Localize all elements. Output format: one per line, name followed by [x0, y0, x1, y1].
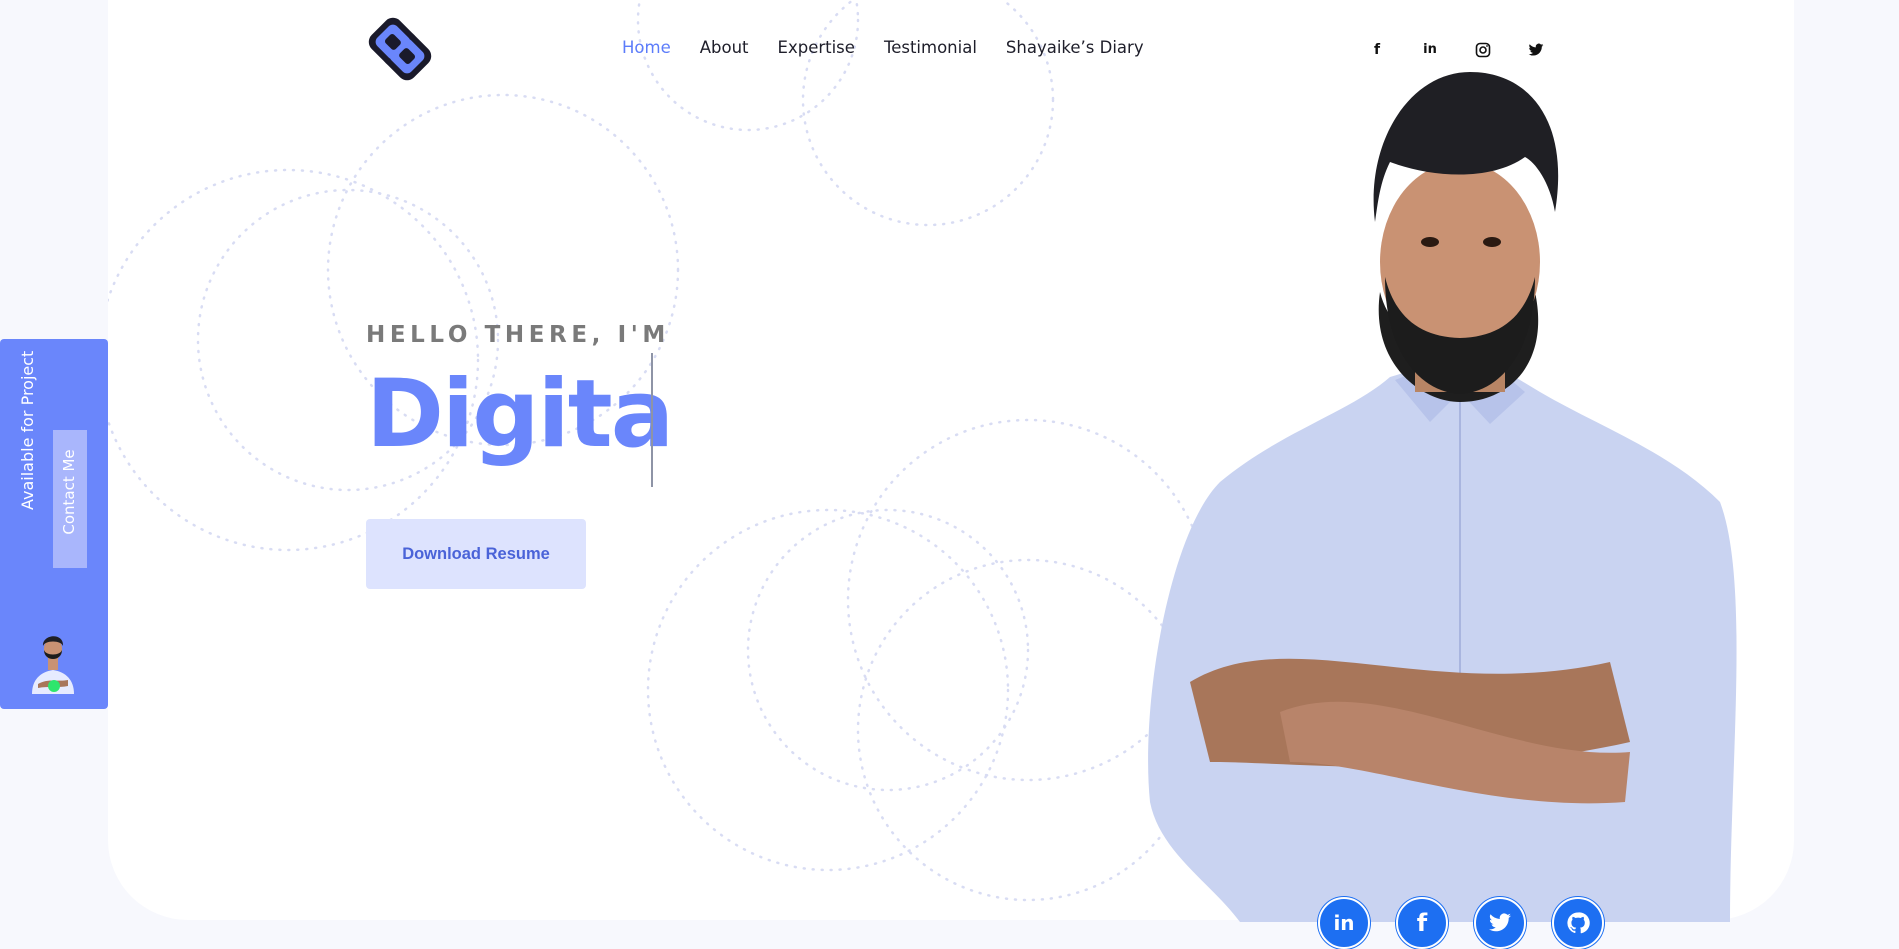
typing-caret	[651, 353, 653, 487]
availability-label: Available for Project	[18, 350, 37, 510]
twitter-icon[interactable]	[1474, 897, 1526, 949]
hero-greeting: HELLO THERE, I'M	[366, 322, 670, 348]
nav-home[interactable]: Home	[622, 38, 671, 57]
profile-photo	[1148, 72, 1737, 922]
nav-expertise[interactable]: Expertise	[778, 38, 855, 57]
contact-me-button[interactable]: Contact Me	[53, 430, 87, 568]
twitter-icon[interactable]	[1524, 40, 1548, 60]
instagram-icon[interactable]	[1471, 40, 1495, 60]
footer-social-links: in f	[1318, 897, 1604, 949]
download-resume-button[interactable]: Download Resume	[366, 519, 586, 589]
facebook-icon[interactable]: f	[1365, 40, 1389, 60]
linkedin-icon[interactable]: in	[1318, 897, 1370, 949]
online-status-dot	[48, 680, 60, 692]
logo[interactable]	[366, 14, 434, 84]
nav-testimonial[interactable]: Testimonial	[884, 38, 977, 57]
github-icon[interactable]	[1552, 897, 1604, 949]
nav-diary[interactable]: Shayaike’s Diary	[1006, 38, 1144, 57]
facebook-icon[interactable]: f	[1396, 897, 1448, 949]
hero-typed-title: Digita	[366, 360, 674, 469]
linkedin-icon[interactable]: in	[1418, 40, 1442, 60]
main-nav: Home About Expertise Testimonial Shayaik…	[622, 38, 1144, 57]
contact-me-label: Contact Me	[60, 449, 78, 535]
logo-icon	[368, 17, 432, 81]
header-social-links: f in	[1365, 40, 1548, 60]
nav-about[interactable]: About	[700, 38, 749, 57]
